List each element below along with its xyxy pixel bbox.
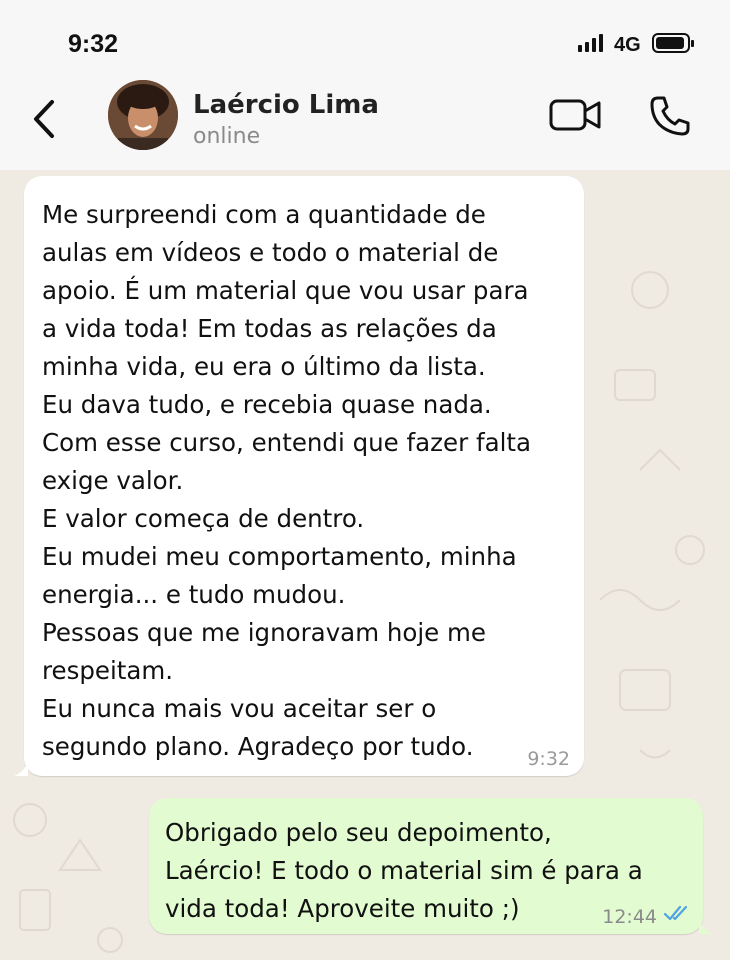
avatar[interactable] — [108, 80, 178, 150]
outgoing-message-time: 12:44 — [602, 906, 657, 928]
incoming-message-time: 9:32 — [527, 748, 570, 770]
network-label: 4G — [614, 34, 641, 56]
signal-icon — [578, 34, 603, 52]
incoming-message-text: Me surpreendi com a quantidade de aulas … — [42, 200, 532, 761]
video-call-icon[interactable] — [549, 98, 603, 136]
contact-status: online — [193, 124, 261, 149]
chat-area: Me surpreendi com a quantidade de aulas … — [0, 170, 730, 960]
status-bar: 9:32 4G — [0, 0, 730, 88]
incoming-message-bubble[interactable]: Me surpreendi com a quantidade de aulas … — [14, 176, 584, 776]
phone-call-icon[interactable] — [648, 94, 692, 142]
contact-name[interactable]: Laércio Lima — [193, 90, 379, 120]
status-time: 9:32 — [68, 30, 119, 58]
battery-icon — [652, 33, 694, 53]
back-arrow-icon[interactable] — [30, 96, 60, 146]
read-receipt-icon — [663, 904, 691, 926]
outgoing-message-bubble[interactable]: Obrigado pelo seu depoimento, Laércio! E… — [149, 798, 713, 934]
chat-header: Laércio Lima online — [0, 80, 730, 170]
